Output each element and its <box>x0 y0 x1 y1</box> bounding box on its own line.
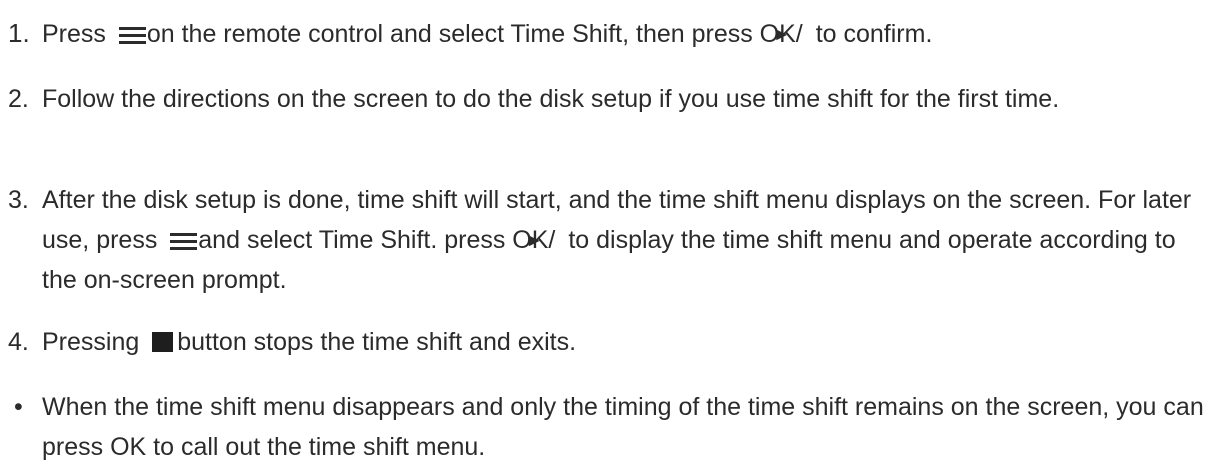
step-2: 2. Follow the directions on the screen to… <box>8 79 1203 119</box>
step-number: 2. <box>8 85 29 113</box>
menu-icon <box>118 27 146 44</box>
step-1-text: 1. Press on the remote control and select… <box>8 13 1203 54</box>
step-1: 1. Press on the remote control and select… <box>8 13 1203 54</box>
step-4-text-part1: Pressing <box>42 328 147 356</box>
step-number: 3. <box>8 186 29 214</box>
step-1-text-part2: on the remote control and select Time Sh… <box>146 20 803 48</box>
step-1-text-part3: to confirm. <box>808 20 933 48</box>
step-3-text-part2: and select Time Shift. press OK/ <box>198 226 556 254</box>
menu-icon <box>170 233 198 250</box>
note-text-body: When the time shift menu disappears and … <box>42 393 1204 461</box>
step-2-text-body: Follow the directions on the screen to d… <box>42 85 1060 113</box>
step-number: 1. <box>8 18 30 48</box>
step-4: 4. Pressing button stops the time shift a… <box>8 322 1203 362</box>
note-bullet-item: • When the time shift menu disappears and… <box>14 387 1204 467</box>
step-3: 3. After the disk setup is done, time shi… <box>8 180 1203 300</box>
step-number: 4. <box>8 328 29 356</box>
step-4-text-part2: button stops the time shift and exits. <box>177 328 577 356</box>
stop-icon <box>152 332 174 352</box>
step-2-text: 2. Follow the directions on the screen to… <box>8 79 1203 119</box>
step-1-text-part1: Press <box>42 20 113 48</box>
step-3-text: 3. After the disk setup is done, time shi… <box>8 180 1203 300</box>
bullet-glyph: • <box>14 393 23 421</box>
step-4-text: 4. Pressing button stops the time shift a… <box>8 322 1203 362</box>
note-text: • When the time shift menu disappears and… <box>14 387 1204 467</box>
